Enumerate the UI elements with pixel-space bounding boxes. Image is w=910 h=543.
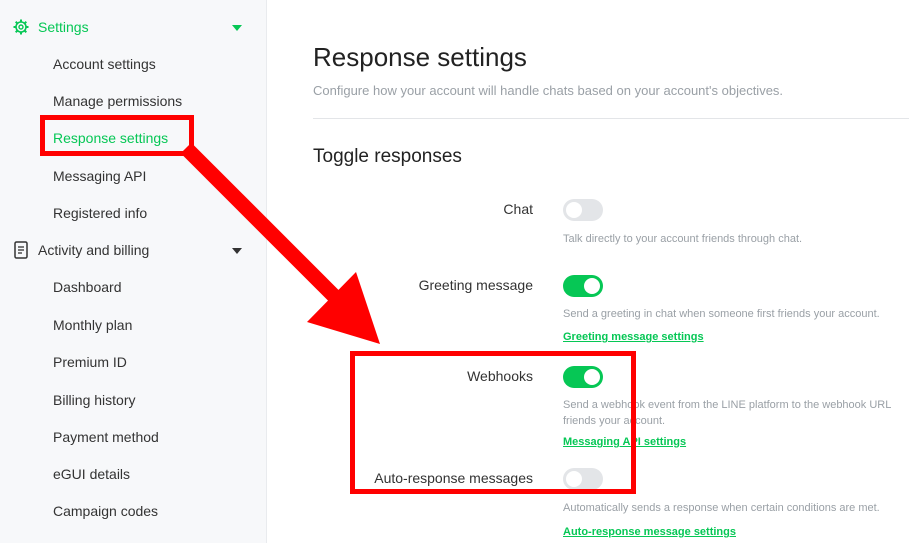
toggle-knob [566, 202, 582, 218]
sidebar-group-settings[interactable]: Settings [12, 16, 89, 38]
divider [313, 118, 909, 119]
sidebar-item-campaign-codes[interactable]: Campaign codes [53, 501, 158, 521]
chat-description: Talk directly to your account friends th… [563, 233, 803, 245]
highlight-box-webhooks [350, 351, 636, 494]
auto-response-description: Automatically sends a response when cert… [563, 502, 880, 514]
toggle-knob [584, 278, 600, 294]
chat-toggle[interactable] [563, 199, 603, 221]
chevron-down-icon[interactable] [232, 248, 242, 254]
sidebar-item-monthly-plan[interactable]: Monthly plan [53, 315, 132, 335]
sidebar-item-billing-history[interactable]: Billing history [53, 390, 135, 410]
section-title: Toggle responses [313, 146, 462, 167]
sidebar-group-billing-label: Activity and billing [38, 242, 150, 258]
sidebar-item-manage-permissions[interactable]: Manage permissions [53, 91, 182, 111]
greeting-message-toggle[interactable] [563, 275, 603, 297]
greeting-message-description: Send a greeting in chat when someone fir… [563, 308, 880, 320]
sidebar-item-registered-info[interactable]: Registered info [53, 203, 147, 223]
chat-label: Chat [503, 201, 533, 217]
page-subtitle: Configure how your account will handle c… [313, 83, 784, 98]
chevron-down-icon[interactable] [232, 25, 242, 31]
highlight-box-response-settings [40, 115, 194, 156]
sidebar-item-egui-details[interactable]: eGUI details [53, 464, 130, 484]
sidebar-item-payment-method[interactable]: Payment method [53, 427, 159, 447]
sidebar-item-dashboard[interactable]: Dashboard [53, 277, 122, 297]
sidebar-group-settings-label: Settings [38, 19, 89, 35]
greeting-message-label: Greeting message [418, 277, 533, 293]
sidebar-item-messaging-api[interactable]: Messaging API [53, 166, 146, 186]
sidebar-item-premium-id[interactable]: Premium ID [53, 352, 127, 372]
auto-response-settings-link[interactable]: Auto-response message settings [563, 526, 736, 538]
sidebar-item-account-settings[interactable]: Account settings [53, 54, 156, 74]
sidebar-group-activity-billing[interactable]: Activity and billing [12, 239, 149, 261]
sidebar: Settings Account settings Manage permiss… [0, 0, 267, 543]
greeting-message-settings-link[interactable]: Greeting message settings [563, 331, 704, 343]
gear-icon [12, 18, 30, 36]
document-icon [12, 241, 30, 259]
page-title: Response settings [313, 42, 527, 72]
